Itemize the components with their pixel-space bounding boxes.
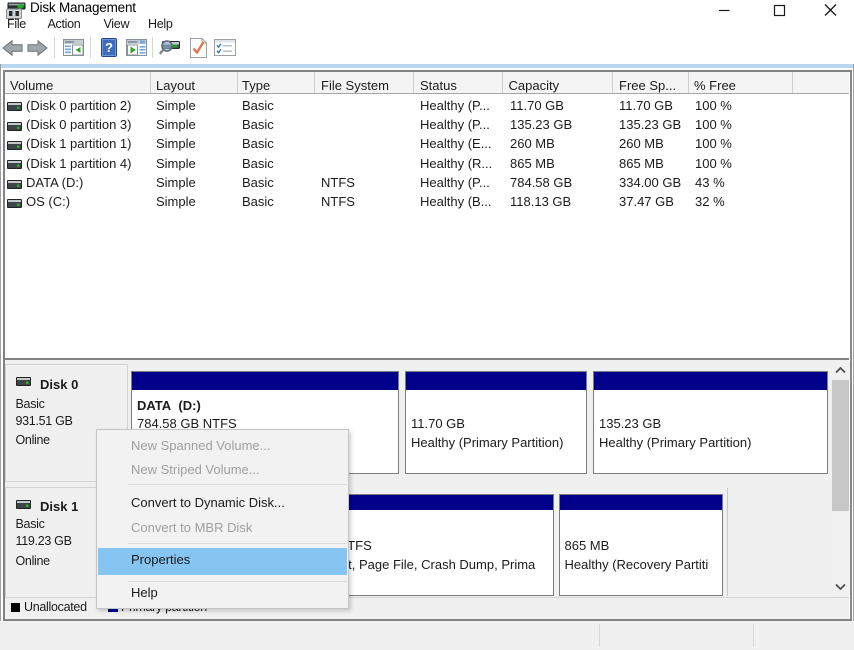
- svg-text:?: ?: [105, 40, 113, 55]
